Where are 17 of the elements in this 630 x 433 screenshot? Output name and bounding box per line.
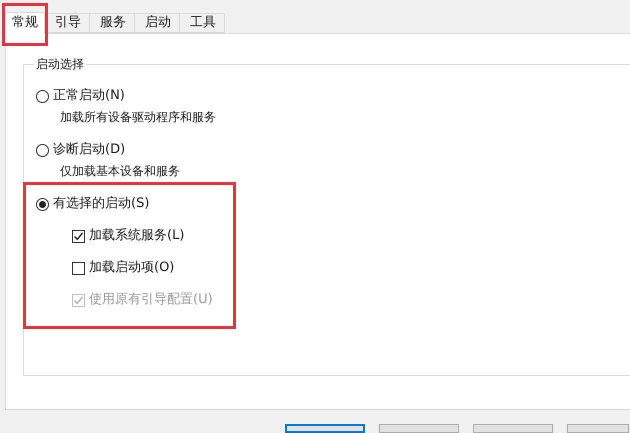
tab[interactable]: 服务 <box>90 13 135 33</box>
tab[interactable]: 启动 <box>135 13 180 33</box>
tab[interactable]: 引导 <box>45 13 90 33</box>
checkbox[interactable]: 加载启动项(O) <box>72 259 216 277</box>
tab[interactable]: 常规 <box>5 12 45 34</box>
dialog-button[interactable] <box>285 424 365 433</box>
checkbox[interactable]: 加载系统服务(L) <box>72 227 216 245</box>
dialog-button[interactable] <box>379 424 459 433</box>
radio-button[interactable]: 诊断启动(D) <box>36 141 216 159</box>
group-title: 启动选择 <box>34 56 86 72</box>
radio-button[interactable]: 有选择的启动(S) <box>36 195 216 213</box>
option-description: 仅加载基本设备和服务 <box>60 163 181 179</box>
radio-button[interactable]: 正常启动(N) <box>36 87 216 105</box>
tab[interactable]: 工具 <box>180 13 225 33</box>
dialog-button[interactable] <box>567 424 629 433</box>
dialog-button[interactable] <box>473 424 553 433</box>
option-description: 加载所有设备驱动程序和服务 <box>60 109 216 125</box>
